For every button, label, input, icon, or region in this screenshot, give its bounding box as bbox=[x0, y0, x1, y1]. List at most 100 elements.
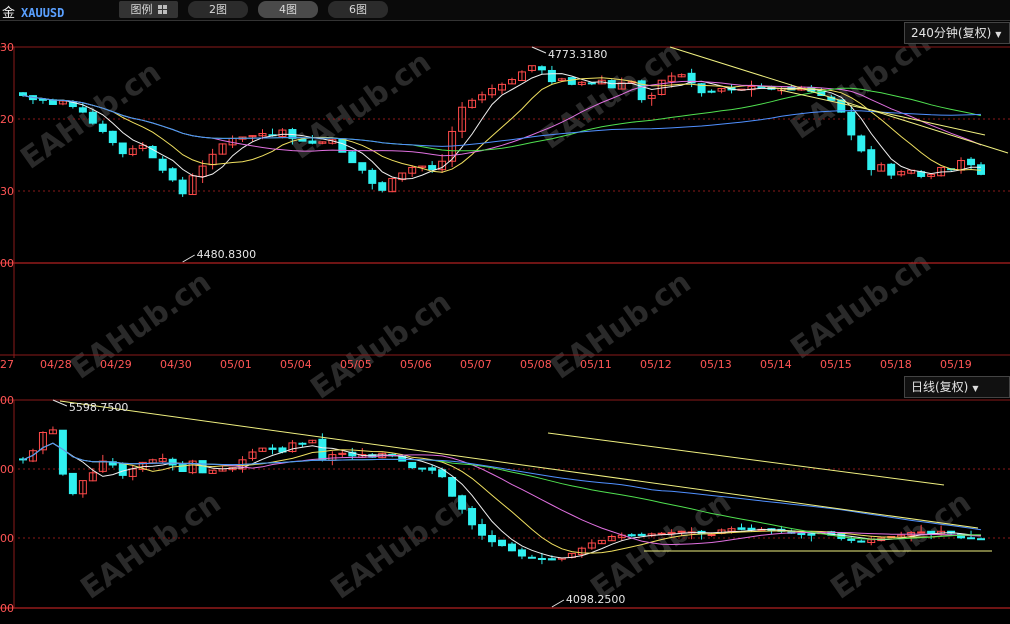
candle-body bbox=[178, 179, 187, 195]
x-tick-label: 05/13 bbox=[700, 358, 732, 371]
candle-body bbox=[847, 538, 856, 541]
candle-body bbox=[637, 533, 646, 536]
y-tick-label: 00 bbox=[0, 257, 14, 270]
candle-body bbox=[547, 558, 556, 561]
y-tick-label: 30 bbox=[0, 185, 14, 198]
candle-body bbox=[807, 533, 816, 536]
candle-body bbox=[967, 158, 976, 166]
lower-period-selector[interactable]: 日线(复权) ▼ bbox=[904, 376, 1010, 398]
candle-body bbox=[977, 164, 986, 175]
candle-body bbox=[88, 111, 97, 124]
low-price-label: 4098.2500 bbox=[566, 593, 626, 606]
candle-body bbox=[168, 168, 177, 181]
watermark-text: EAHub.cn bbox=[75, 485, 228, 607]
chevron-down-icon: ▼ bbox=[995, 30, 1002, 39]
candle-body bbox=[358, 162, 367, 171]
candle-body bbox=[38, 98, 47, 101]
candle-body bbox=[318, 438, 327, 461]
candle-body bbox=[537, 66, 546, 71]
upper-period-label: 240分钟(复权) bbox=[911, 26, 992, 40]
candle-body bbox=[18, 92, 27, 96]
x-tick-label: 05/07 bbox=[460, 358, 492, 371]
candle-body bbox=[507, 543, 516, 552]
watermark-text: EAHub.cn bbox=[285, 45, 438, 167]
candle-body bbox=[478, 524, 487, 536]
candle-body bbox=[428, 165, 437, 171]
y-tick-label: 00 bbox=[0, 602, 14, 615]
candle-body bbox=[667, 532, 676, 535]
candle-body bbox=[168, 458, 177, 466]
candle-body bbox=[468, 508, 477, 526]
upper-period-selector[interactable]: 240分钟(复权) ▼ bbox=[904, 22, 1010, 44]
watermark-text: EAHub.cn bbox=[65, 265, 218, 387]
candle-body bbox=[887, 163, 896, 176]
candle-body bbox=[707, 534, 716, 537]
high-marker-line bbox=[531, 46, 547, 54]
low-marker-line bbox=[182, 254, 195, 263]
y-tick-label: 20 bbox=[0, 113, 14, 126]
candle-body bbox=[298, 442, 307, 445]
low-marker-line bbox=[551, 599, 565, 608]
watermark-text: EAHub.cn bbox=[325, 485, 478, 607]
high-marker-line bbox=[52, 399, 68, 407]
x-tick-label: 05/05 bbox=[340, 358, 372, 371]
candle-body bbox=[517, 549, 526, 557]
x-tick-label: 04/29 bbox=[100, 358, 132, 371]
high-price-label: 5598.7500 bbox=[69, 401, 128, 414]
watermark-text: EAHub.cn bbox=[545, 265, 698, 387]
x-tick-label: 05/01 bbox=[220, 358, 252, 371]
x-tick-label: 05/15 bbox=[820, 358, 852, 371]
x-tick-label: 05/12 bbox=[640, 358, 672, 371]
candle-body bbox=[58, 429, 67, 475]
candle-body bbox=[857, 540, 866, 543]
candle-body bbox=[268, 447, 277, 450]
x-tick-label: 27 bbox=[0, 358, 14, 371]
candle-body bbox=[118, 463, 127, 476]
candle-body bbox=[587, 82, 596, 85]
x-tick-label: 05/08 bbox=[520, 358, 552, 371]
high-price-label: 4773.3180 bbox=[548, 48, 608, 61]
candle-body bbox=[747, 527, 756, 531]
x-tick-label: 05/11 bbox=[580, 358, 612, 371]
candle-body bbox=[677, 530, 686, 533]
y-tick-label: 00 bbox=[0, 532, 14, 545]
candle-body bbox=[737, 527, 746, 530]
candle-body bbox=[917, 531, 926, 534]
candle-body bbox=[498, 539, 506, 547]
candle-body bbox=[408, 461, 417, 469]
watermark-text: EAHub.cn bbox=[825, 485, 978, 607]
candle-body bbox=[867, 149, 876, 171]
candle-body bbox=[977, 538, 986, 541]
candle-body bbox=[707, 90, 716, 93]
candle-body bbox=[448, 476, 457, 497]
chevron-down-icon: ▼ bbox=[972, 384, 979, 393]
x-tick-label: 04/30 bbox=[160, 358, 192, 371]
candle-body bbox=[158, 158, 167, 171]
candle-body bbox=[348, 151, 357, 164]
candle-body bbox=[108, 130, 117, 144]
candle-body bbox=[368, 169, 377, 184]
candle-body bbox=[68, 472, 77, 495]
candle-body bbox=[78, 107, 87, 113]
low-price-label: 4480.8300 bbox=[197, 248, 257, 261]
candle-body bbox=[847, 111, 856, 136]
y-tick-label: 30 bbox=[0, 41, 14, 54]
watermark-text: EAHub.cn bbox=[305, 285, 458, 407]
candle-body bbox=[967, 537, 976, 540]
x-tick-label: 04/28 bbox=[40, 358, 72, 371]
charts-svg: EAHub.cn EAHub.cn EAHub.cn EAHub.cn EAHub.cn… bbox=[0, 25, 1010, 615]
lower-period-label: 日线(复权) bbox=[911, 380, 969, 394]
candle-body bbox=[547, 69, 556, 83]
x-tick-label: 05/04 bbox=[280, 358, 312, 371]
y-tick-label: 00 bbox=[0, 463, 14, 476]
x-tick-label: 05/06 bbox=[400, 358, 432, 371]
candle-body bbox=[308, 140, 317, 144]
x-tick-label: 05/18 bbox=[880, 358, 912, 371]
watermark-layer: EAHub.cn EAHub.cn EAHub.cn EAHub.cn EAHub.cn… bbox=[15, 25, 978, 607]
candle-body bbox=[627, 534, 636, 537]
trend-line bbox=[669, 46, 1009, 154]
candle-body bbox=[98, 123, 107, 132]
candle-body bbox=[458, 495, 467, 510]
candle-body bbox=[118, 142, 127, 155]
x-tick-label: 05/14 bbox=[760, 358, 792, 371]
